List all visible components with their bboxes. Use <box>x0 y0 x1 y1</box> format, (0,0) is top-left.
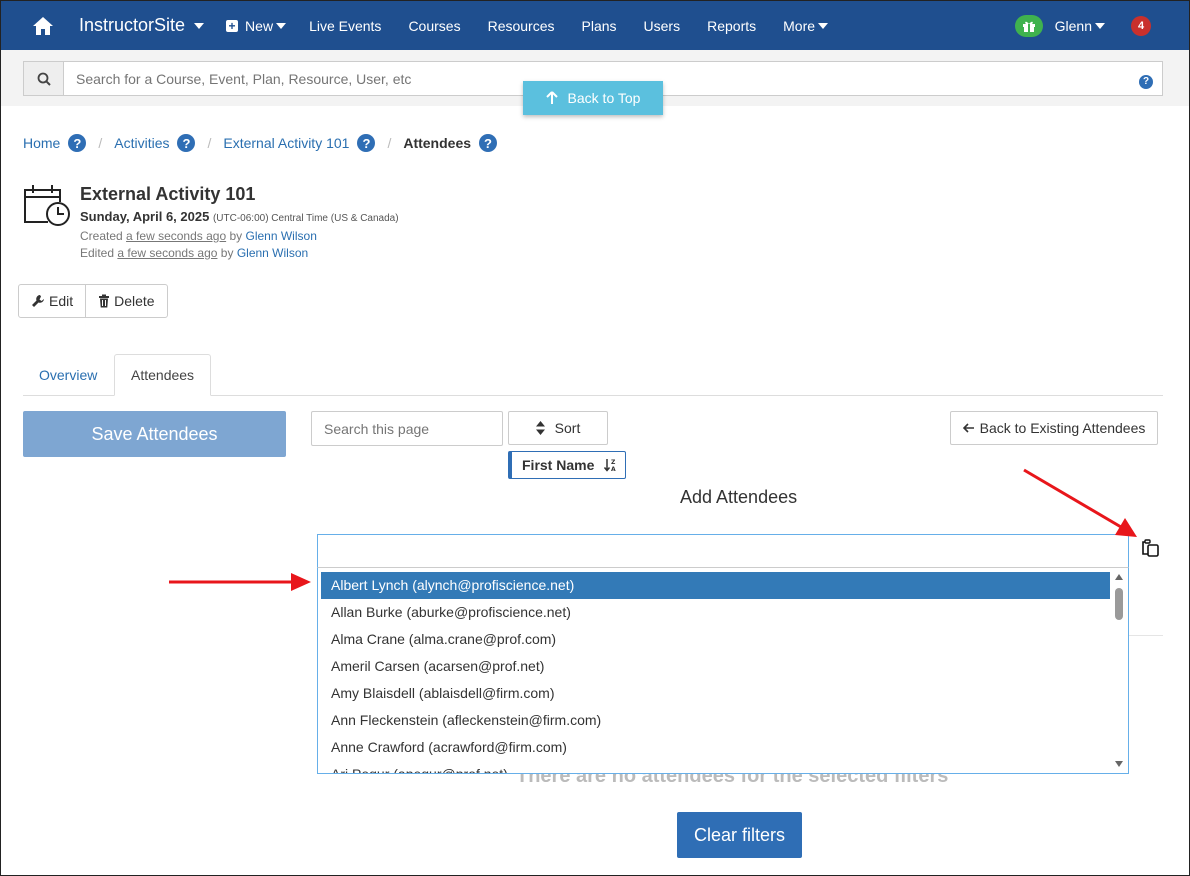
chevron-down-icon <box>1095 22 1105 29</box>
dropdown-option[interactable]: Ann Fleckenstein (afleckenstein@firm.com… <box>321 707 1110 734</box>
tab-bar: Overview Attendees <box>23 354 1163 396</box>
nav-users[interactable]: Users <box>644 18 681 34</box>
annotation-arrow-right <box>1023 468 1137 537</box>
edit-label: Edit <box>49 293 74 309</box>
help-icon[interactable]: ? <box>177 134 196 152</box>
nav-more-label: More <box>783 17 816 34</box>
chevron-down-icon <box>818 22 829 29</box>
back-to-top-label: Back to Top <box>567 90 641 106</box>
edit-button[interactable]: Edit <box>19 285 85 317</box>
breadcrumb-separator: / <box>207 135 212 151</box>
add-attendees-heading: Add Attendees <box>680 487 798 507</box>
clear-filters-button[interactable]: Clear filters <box>677 812 802 858</box>
paste-icon[interactable] <box>1140 539 1160 560</box>
edited-time[interactable]: a few seconds ago <box>117 246 217 260</box>
dropdown-option[interactable]: Alma Crane (alma.crane@prof.com) <box>321 626 1110 653</box>
nav-resources[interactable]: Resources <box>488 18 555 34</box>
event-date: Sunday, April 6, 2025 (UTC-06:00) Centra… <box>80 209 399 224</box>
dropdown-option[interactable]: Albert Lynch (alynch@profiscience.net) <box>321 572 1110 599</box>
top-navbar: InstructorSite + New Live Events Courses… <box>1 1 1189 50</box>
delete-label: Delete <box>114 293 155 309</box>
user-menu[interactable]: Glenn <box>1055 18 1105 34</box>
page-title: External Activity 101 <box>80 184 256 204</box>
sort-field-label: First Name <box>522 457 595 473</box>
breadcrumb-separator: / <box>387 135 392 151</box>
sort-label: Sort <box>554 420 581 436</box>
event-date-text: Sunday, April 6, 2025 <box>80 209 210 224</box>
back-to-top-button[interactable]: Back to Top <box>523 81 663 115</box>
attendee-dropdown[interactable]: Albert Lynch (alynch@profiscience.net) A… <box>317 567 1129 774</box>
created-by-link[interactable]: Glenn Wilson <box>246 229 317 243</box>
back-to-existing-attendees-button[interactable]: Back to Existing Attendees <box>950 411 1158 445</box>
nav-new-label: New <box>245 17 274 34</box>
breadcrumb-current: Attendees <box>403 135 472 151</box>
breadcrumb-activity[interactable]: External Activity 101 <box>223 135 349 151</box>
help-icon[interactable]: ? <box>68 134 87 152</box>
nav-live-events[interactable]: Live Events <box>309 18 381 34</box>
wrench-icon <box>32 295 44 307</box>
help-icon[interactable]: ? <box>479 134 498 152</box>
tab-attendees[interactable]: Attendees <box>114 354 212 396</box>
tab-overview[interactable]: Overview <box>23 354 113 396</box>
breadcrumb-separator: / <box>98 135 103 151</box>
gift-icon[interactable] <box>1014 14 1043 37</box>
dropdown-option[interactable]: Ameril Carsen (acarsen@prof.net) <box>321 653 1110 680</box>
nav-more[interactable]: More <box>783 17 829 34</box>
sort-icon <box>535 421 545 435</box>
edited-by-link[interactable]: Glenn Wilson <box>237 246 308 260</box>
created-by-word: by <box>229 229 243 243</box>
chevron-down-icon <box>276 22 287 29</box>
sort-button[interactable]: Sort <box>508 411 608 445</box>
scroll-up-icon[interactable] <box>1115 574 1123 580</box>
created-time[interactable]: a few seconds ago <box>126 229 226 243</box>
sort-alpha-desc-icon: ZA <box>604 459 616 472</box>
dropdown-option[interactable]: Ari Pegur (apegur@prof.net) <box>321 761 1110 773</box>
svg-text:A: A <box>611 466 616 472</box>
user-name: Glenn <box>1054 17 1092 34</box>
save-attendees-button[interactable]: Save Attendees <box>23 411 286 457</box>
event-timezone: (UTC-06:00) Central Time (US & Canada) <box>212 213 399 224</box>
dropdown-option[interactable]: Anne Crawford (acrawford@firm.com) <box>321 734 1110 761</box>
delete-button[interactable]: Delete <box>85 285 166 317</box>
sort-field-tag[interactable]: First Name ZA <box>508 451 626 479</box>
calendar-clock-icon <box>22 184 72 231</box>
created-label: Created <box>80 229 123 243</box>
created-info: Created a few seconds ago by Glenn Wilso… <box>80 229 317 243</box>
attendee-select-input[interactable] <box>317 534 1129 568</box>
dropdown-option[interactable]: Allan Burke (aburke@profiscience.net) <box>321 599 1110 626</box>
scroll-thumb[interactable] <box>1115 588 1123 620</box>
back-existing-label: Back to Existing Attendees <box>979 420 1146 436</box>
breadcrumb-activities[interactable]: Activities <box>114 135 169 151</box>
search-icon[interactable] <box>24 62 64 95</box>
brand-menu[interactable]: InstructorSite <box>79 15 205 36</box>
help-icon[interactable]: ? <box>357 134 376 152</box>
page-search-input[interactable] <box>311 411 503 446</box>
dropdown-option[interactable]: Amy Blaisdell (ablaisdell@firm.com) <box>321 680 1110 707</box>
svg-text:Z: Z <box>611 459 616 466</box>
trash-icon <box>99 294 110 308</box>
edited-info: Edited a few seconds ago by Glenn Wilson <box>80 246 308 260</box>
question-icon: ? <box>1139 74 1153 89</box>
arrow-up-icon <box>545 91 558 104</box>
nav-reports[interactable]: Reports <box>707 18 756 34</box>
edited-by-word: by <box>220 246 234 260</box>
divider <box>1129 635 1163 636</box>
annotation-arrow-left <box>169 573 311 591</box>
nav-plans[interactable]: Plans <box>582 18 617 34</box>
brand-name: InstructorSite <box>79 15 186 35</box>
home-icon[interactable] <box>21 1 65 50</box>
plus-square-icon: + <box>226 19 239 32</box>
chevron-down-icon <box>194 22 205 29</box>
dropdown-scrollbar[interactable] <box>1110 568 1128 773</box>
search-help-icon[interactable]: ? <box>1139 71 1153 89</box>
nav-courses[interactable]: Courses <box>408 18 460 34</box>
breadcrumb: Home ? / Activities ? / External Activit… <box>23 134 498 152</box>
edited-label: Edited <box>80 246 115 260</box>
notification-badge[interactable]: 4 <box>1131 15 1151 36</box>
event-actions: Edit Delete <box>18 284 168 318</box>
breadcrumb-home[interactable]: Home <box>23 135 60 151</box>
scroll-down-icon[interactable] <box>1115 761 1123 767</box>
nav-new[interactable]: + New <box>226 17 287 34</box>
arrow-left-icon <box>962 423 974 433</box>
